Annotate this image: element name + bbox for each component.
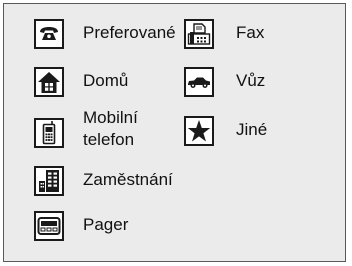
house-icon — [34, 67, 64, 97]
fax-machine-icon — [184, 19, 214, 49]
legend-label-home: Domů — [83, 71, 129, 90]
mobile-phone-icon — [34, 118, 64, 148]
telephone-icon — [34, 19, 64, 49]
legend-label-preferred: Preferované — [83, 23, 176, 42]
phone-type-legend: Preferované Fax Domů Vůz Mobilní telefon… — [3, 3, 346, 262]
pager-icon — [34, 211, 64, 241]
car-icon — [184, 67, 214, 97]
legend-label-mobile-line2: telefon — [83, 130, 135, 149]
star-icon — [184, 116, 214, 146]
legend-label-other: Jiné — [236, 120, 268, 139]
legend-label-mobile-line1: Mobilní — [83, 108, 138, 127]
legend-label-work: Zaměstnání — [83, 170, 173, 189]
legend-label-pager: Pager — [83, 215, 129, 234]
office-building-icon — [34, 166, 64, 196]
legend-label-car: Vůz — [236, 71, 266, 90]
legend-label-fax: Fax — [236, 23, 265, 42]
